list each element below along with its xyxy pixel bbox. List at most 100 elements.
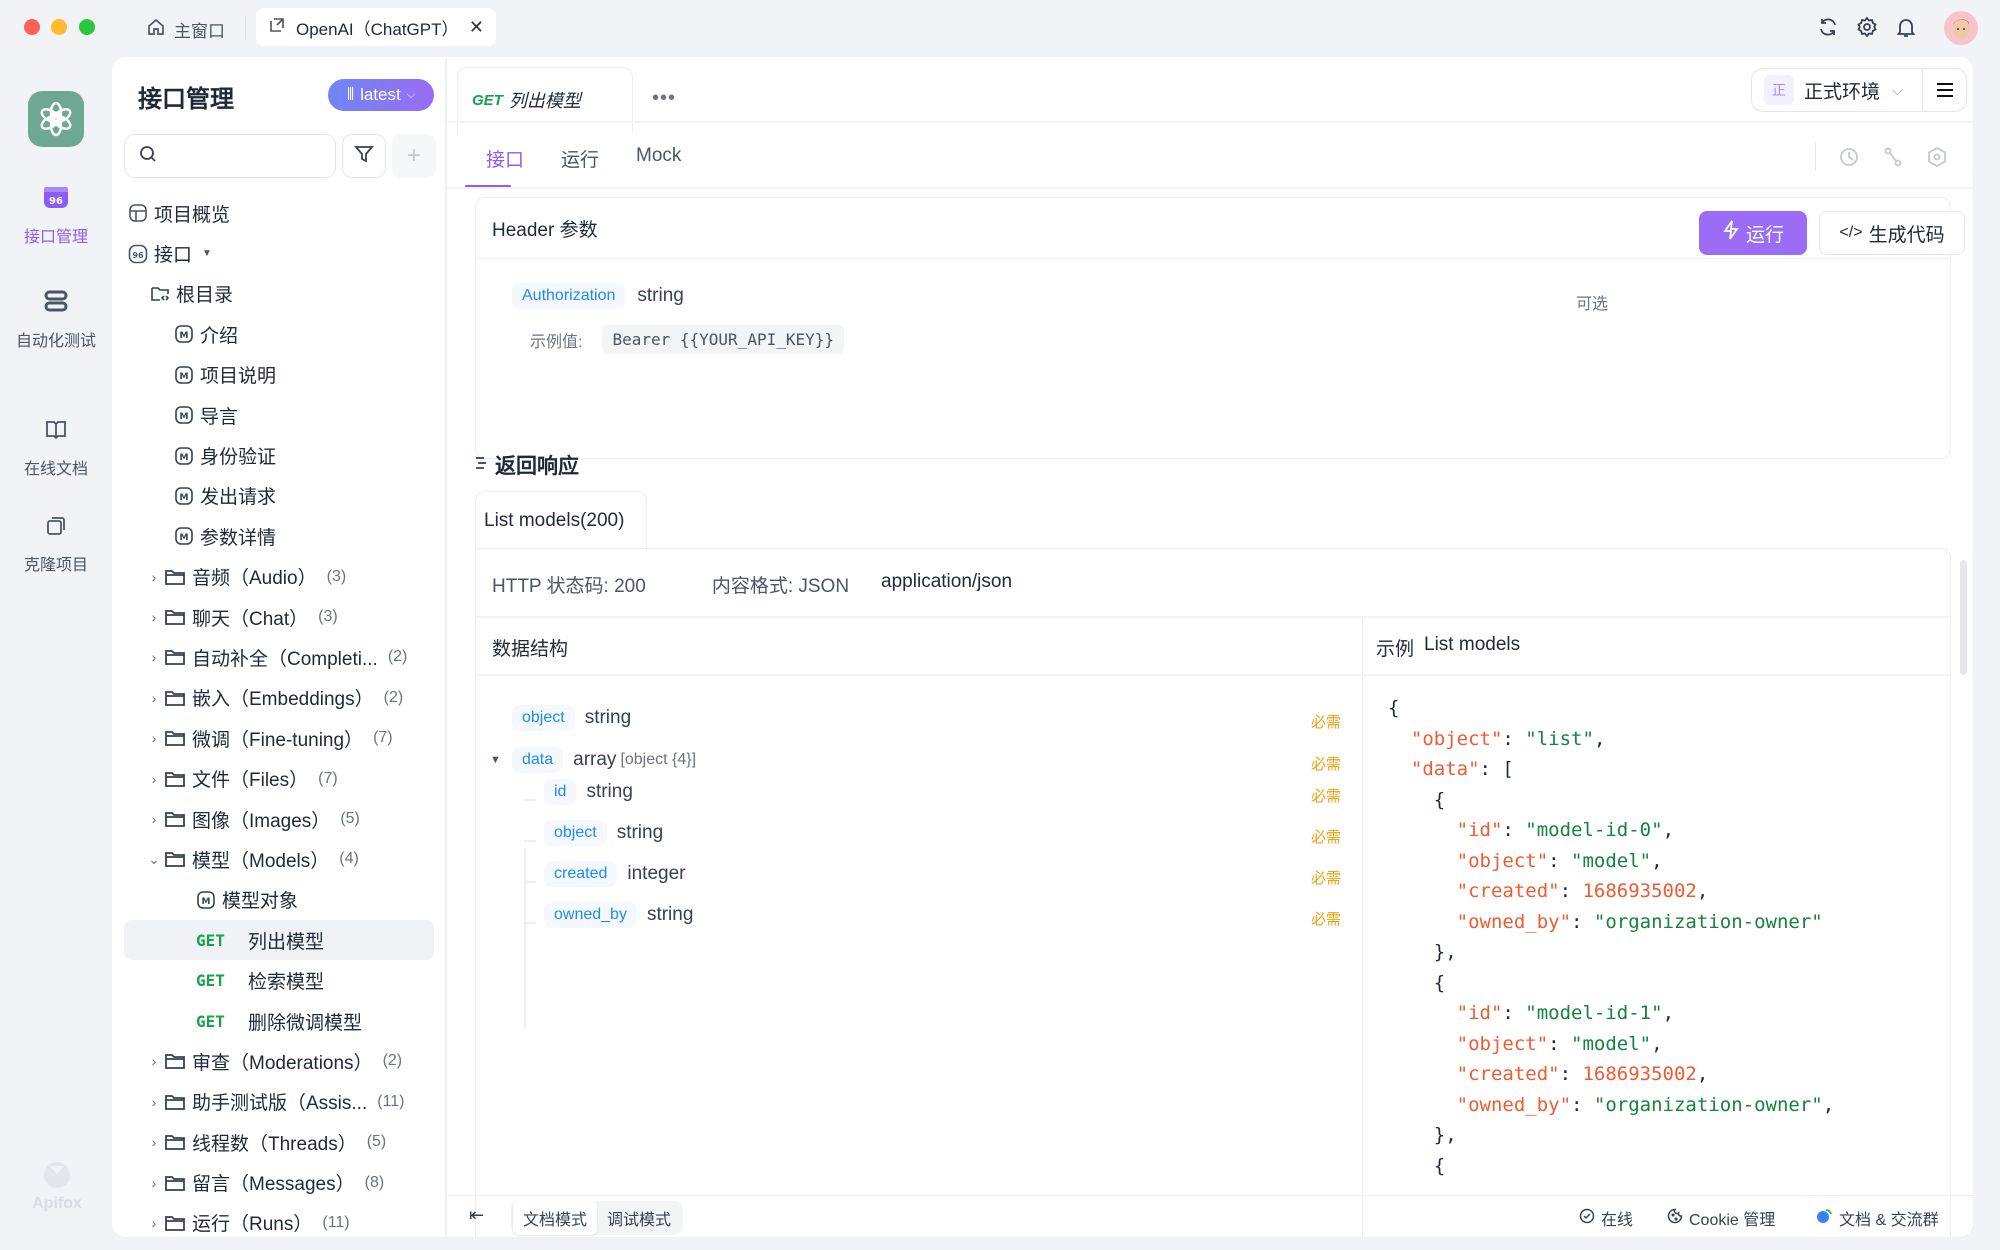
window-maximize-button[interactable] [79,19,95,35]
schema-tree: object string 必需 ▼ data array [object {4}] 必需 id… [476,549,1356,1237]
rail-item-automation[interactable]: 自动化测试 [0,288,112,351]
chevron-right-icon: › [151,1174,157,1191]
chevron-right-icon: › [151,1214,157,1231]
tree-doc-item[interactable]: M 介绍 [112,314,445,354]
cookie-icon [1667,1208,1683,1229]
tree-api-item[interactable]: GET 列出模型 [124,920,434,961]
settings-icon[interactable] [1854,14,1880,40]
subtab-api[interactable]: 接口 [486,145,524,172]
online-status[interactable]: 在线 [1579,1206,1633,1230]
tree-item-root-dir[interactable]: 根目录 [112,274,445,314]
field-type: array [573,749,617,770]
tree-folder-models[interactable]: ⌄ 模型（Models） (4) [112,839,445,879]
tree-folder[interactable]: › 助手测试版（Assis... (11) [112,1082,445,1122]
subtab-run[interactable]: 运行 [561,145,599,172]
tree-label: 接口 [154,245,193,267]
header-params-title: Header 参数 [492,220,598,241]
history-icon[interactable] [1836,144,1862,170]
refresh-icon[interactable] [1815,14,1841,40]
docs-community[interactable]: 文档 & 交流群 [1815,1206,1939,1230]
mode-debug[interactable]: 调试模式 [597,1201,681,1235]
tree-folder[interactable]: › 微调（Fine-tuning） (7) [112,718,445,758]
list-icon [475,455,487,476]
bell-icon[interactable] [1893,14,1919,40]
code-line: "object": "list", [1388,724,1834,755]
chevron-right-icon: › [151,689,157,706]
book-icon [44,418,68,447]
tree-folder[interactable]: › 嵌入（Embeddings） (2) [112,678,445,718]
tab-project[interactable]: OpenAI（ChatGPT） ✕ [256,8,496,46]
version-dropdown[interactable]: ⫴ latest ⌵ [328,79,434,111]
avatar[interactable] [1944,11,1978,45]
rail-item-clone[interactable]: 克隆项目 [0,514,112,575]
cookie-manager[interactable]: Cookie 管理 [1667,1206,1775,1230]
rail-item-api[interactable]: 96 接口管理 [0,184,112,247]
flow-icon[interactable] [1880,144,1906,170]
rail-item-online-docs[interactable]: 在线文档 [0,418,112,479]
code-token: "object" [1456,849,1549,872]
more-tabs-button[interactable]: ••• [652,87,676,110]
generate-code-button[interactable]: </> 生成代码 [1819,211,1965,255]
tree-folder[interactable]: › 审查（Moderations） (2) [112,1041,445,1081]
folder-icon [164,647,186,667]
environment-selector[interactable]: 正 正式环境 ⌵ [1751,68,1967,112]
filter-button[interactable] [342,134,386,178]
tree-folder[interactable]: › 聊天（Chat） (3) [112,597,445,637]
folder-icon [164,809,186,829]
window-close-button[interactable] [24,19,40,35]
scrollbar[interactable] [1960,560,1967,675]
markdown-icon: M [174,365,194,385]
schema-field: owned_by string [544,902,693,928]
hamburger-menu-icon[interactable] [1922,69,1966,111]
doc-tab-label: 列出模型 [508,91,581,111]
code-token: : [ [1479,758,1514,780]
add-button[interactable]: + [392,134,436,178]
generate-code-label: 生成代码 [1868,224,1945,246]
window-minimize-button[interactable] [51,19,67,35]
svg-text:M: M [180,372,189,382]
code-token: "model-id-1" [1525,1002,1663,1024]
response-tab-label: List models(200) [484,509,625,531]
run-button[interactable]: 运行 [1699,211,1807,255]
tree-label: 项目概览 [154,204,231,226]
tab-home[interactable]: 主窗口 [146,14,225,44]
tree-count: (7) [318,769,338,787]
search-input[interactable] [124,134,336,178]
subtab-mock[interactable]: Mock [636,145,681,167]
tree-item-api[interactable]: 96 接口 ▼ [112,233,445,273]
collapse-sidebar-icon[interactable]: ⇤ [469,1205,484,1226]
tree-item-overview[interactable]: 项目概览 [112,193,445,233]
tree-folder[interactable]: › 运行（Runs） (11) [112,1203,445,1237]
tree-doc-item[interactable]: M 导言 [112,395,445,435]
svg-text:M: M [202,897,211,907]
method-badge: GET [196,971,225,991]
caret-down-icon[interactable]: ▼ [202,248,212,259]
tree-doc-item[interactable]: M 项目说明 [112,355,445,395]
tree-doc-item[interactable]: M 参数详情 [112,516,445,556]
method-badge: GET [196,1011,225,1031]
cookie-label: Cookie 管理 [1689,1212,1776,1229]
close-icon[interactable]: ✕ [469,17,484,38]
tree-doc-model-object[interactable]: M 模型对象 [112,880,445,920]
tree-folder[interactable]: › 音频（Audio） (3) [112,557,445,597]
tree-doc-item[interactable]: M 身份验证 [112,435,445,475]
code-token: 1686935002 [1582,1063,1697,1085]
markdown-icon: M [174,324,194,344]
tree-folder[interactable]: › 留言（Messages） (8) [112,1162,445,1202]
response-tab-list-models[interactable]: List models(200) [475,491,647,549]
caret-down-icon[interactable]: ▼ [490,754,501,766]
project-logo[interactable] [28,91,84,147]
tree-api-item[interactable]: GET 删除微调模型 [112,1001,445,1041]
mode-doc[interactable]: 文档模式 [513,1201,598,1235]
settings-hex-icon[interactable] [1924,144,1950,170]
tree-folder[interactable]: › 线程数（Threads） (5) [112,1122,445,1162]
tree-label: 删除微调模型 [248,1012,363,1034]
tree-folder[interactable]: › 自动补全（Completi... (2) [112,637,445,677]
tree-api-item[interactable]: GET 检索模型 [112,960,445,1000]
tree-doc-item[interactable]: M 发出请求 [112,476,445,516]
tree-folder[interactable]: › 图像（Images） (5) [112,799,445,839]
tree-folder[interactable]: › 文件（Files） (7) [112,758,445,798]
code-token: "created" [1456,880,1560,902]
